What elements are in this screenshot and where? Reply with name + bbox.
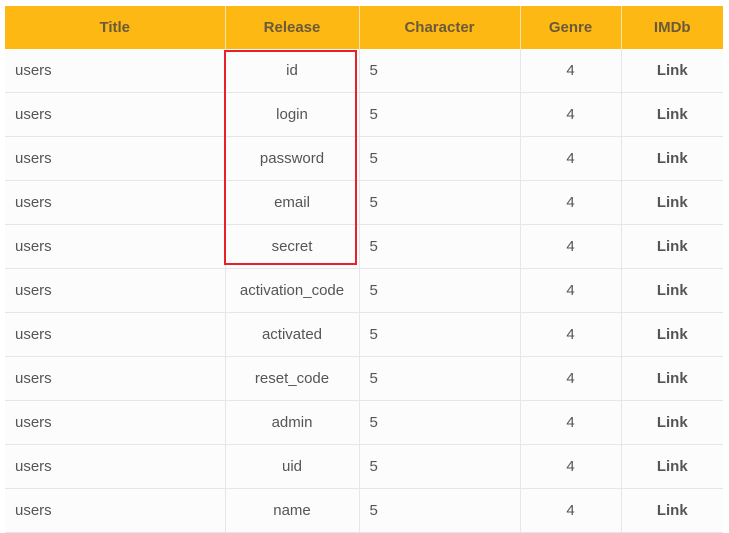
cell-genre: 4: [520, 444, 622, 489]
cell-release: login: [225, 92, 360, 137]
table-row: users name 5 4 Link: [5, 488, 723, 533]
cell-character: 5: [359, 488, 521, 533]
cell-title: users: [5, 92, 226, 137]
cell-character: 5: [359, 180, 521, 225]
cell-genre: 4: [520, 312, 622, 357]
table-row: users reset_code 5 4 Link: [5, 356, 723, 401]
imdb-link[interactable]: Link: [657, 370, 688, 387]
cell-imdb: Link: [621, 92, 723, 137]
cell-title: users: [5, 400, 226, 445]
cell-imdb: Link: [621, 444, 723, 489]
cell-character: 5: [359, 268, 521, 313]
cell-title: users: [5, 312, 226, 357]
table-row: users admin 5 4 Link: [5, 400, 723, 445]
cell-title: users: [5, 224, 226, 269]
imdb-link[interactable]: Link: [657, 502, 688, 519]
cell-title: users: [5, 488, 226, 533]
table-row: users password 5 4 Link: [5, 136, 723, 181]
cell-character: 5: [359, 400, 521, 445]
movies-table: Title Release Character Genre IMDb users…: [5, 6, 723, 533]
cell-genre: 4: [520, 400, 622, 445]
cell-title: users: [5, 356, 226, 401]
imdb-link[interactable]: Link: [657, 150, 688, 167]
cell-imdb: Link: [621, 488, 723, 533]
cell-genre: 4: [520, 92, 622, 137]
cell-title: users: [5, 49, 226, 93]
table-row: users id 5 4 Link: [5, 49, 723, 93]
cell-release: uid: [225, 444, 360, 489]
table-row: users email 5 4 Link: [5, 180, 723, 225]
table-row: users activation_code 5 4 Link: [5, 268, 723, 313]
cell-character: 5: [359, 312, 521, 357]
header-release: Release: [225, 6, 360, 49]
header-imdb: IMDb: [621, 6, 723, 49]
table-header: Title Release Character Genre IMDb: [5, 6, 723, 49]
imdb-link[interactable]: Link: [657, 414, 688, 431]
imdb-link[interactable]: Link: [657, 282, 688, 299]
header-character: Character: [359, 6, 521, 49]
cell-imdb: Link: [621, 136, 723, 181]
imdb-link[interactable]: Link: [657, 238, 688, 255]
header-title: Title: [5, 6, 226, 49]
cell-release: id: [225, 49, 360, 93]
cell-imdb: Link: [621, 312, 723, 357]
cell-title: users: [5, 444, 226, 489]
cell-genre: 4: [520, 49, 622, 93]
cell-imdb: Link: [621, 224, 723, 269]
cell-imdb: Link: [621, 356, 723, 401]
cell-character: 5: [359, 356, 521, 401]
data-table-container: Title Release Character Genre IMDb users…: [5, 6, 723, 533]
cell-release: activation_code: [225, 268, 360, 313]
cell-release: secret: [225, 224, 360, 269]
header-genre: Genre: [520, 6, 622, 49]
cell-release: name: [225, 488, 360, 533]
cell-character: 5: [359, 136, 521, 181]
imdb-link[interactable]: Link: [657, 326, 688, 343]
header-row: Title Release Character Genre IMDb: [5, 6, 723, 49]
cell-release: email: [225, 180, 360, 225]
cell-character: 5: [359, 444, 521, 489]
cell-genre: 4: [520, 488, 622, 533]
cell-character: 5: [359, 49, 521, 93]
table-row: users secret 5 4 Link: [5, 224, 723, 269]
table-row: users activated 5 4 Link: [5, 312, 723, 357]
cell-release: reset_code: [225, 356, 360, 401]
cell-title: users: [5, 268, 226, 313]
cell-title: users: [5, 136, 226, 181]
imdb-link[interactable]: Link: [657, 106, 688, 123]
imdb-link[interactable]: Link: [657, 458, 688, 475]
imdb-link[interactable]: Link: [657, 62, 688, 79]
cell-genre: 4: [520, 180, 622, 225]
cell-release: password: [225, 136, 360, 181]
cell-character: 5: [359, 224, 521, 269]
cell-release: activated: [225, 312, 360, 357]
table-row: users login 5 4 Link: [5, 92, 723, 137]
cell-release: admin: [225, 400, 360, 445]
cell-genre: 4: [520, 136, 622, 181]
cell-imdb: Link: [621, 268, 723, 313]
cell-imdb: Link: [621, 49, 723, 93]
table-body: users id 5 4 Link users login 5 4 Link u…: [5, 49, 723, 533]
table-row: users uid 5 4 Link: [5, 444, 723, 489]
cell-genre: 4: [520, 356, 622, 401]
cell-character: 5: [359, 92, 521, 137]
cell-imdb: Link: [621, 180, 723, 225]
cell-title: users: [5, 180, 226, 225]
cell-genre: 4: [520, 268, 622, 313]
imdb-link[interactable]: Link: [657, 194, 688, 211]
cell-imdb: Link: [621, 400, 723, 445]
cell-genre: 4: [520, 224, 622, 269]
